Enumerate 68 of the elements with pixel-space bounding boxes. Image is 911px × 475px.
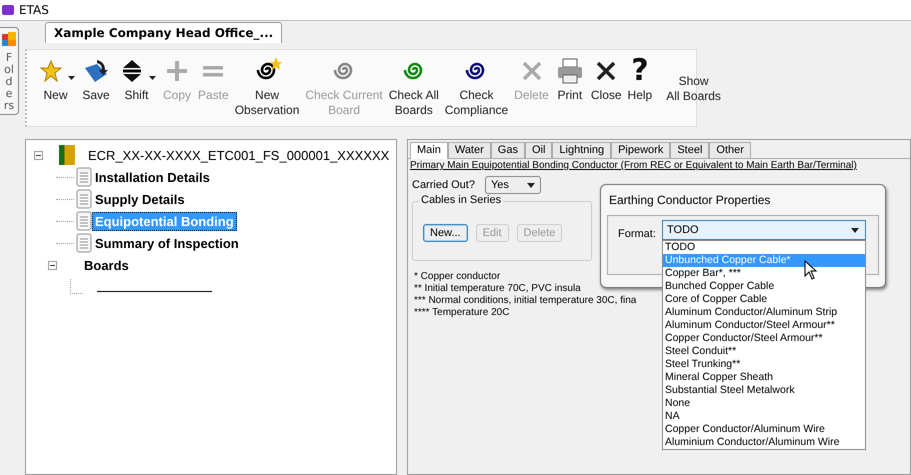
tree-item[interactable]: Supply Details <box>92 190 188 208</box>
tree-item[interactable]: Installation Details <box>92 168 213 186</box>
dropdown-option[interactable]: Aluminum Conductor/Aluminum Strip <box>663 306 865 319</box>
group-title: Cables in Series <box>419 194 504 206</box>
tree-item[interactable]: ECR_XX-XX-XXXX_ETC001_FS_000001_XXXXXX <box>85 146 392 164</box>
window-title: ETAS <box>19 3 49 17</box>
tab[interactable]: Water <box>448 142 491 158</box>
tab[interactable]: Oil <box>524 142 552 158</box>
show-all-boards-button[interactable]: Show All Boards <box>663 74 724 104</box>
flag-icon <box>59 145 75 165</box>
dropdown-option[interactable]: Aluminum Conductor/Steel Armour** <box>663 319 865 332</box>
caret-icon <box>149 76 156 80</box>
caret-icon <box>851 228 859 232</box>
tab[interactable]: Other <box>709 142 751 158</box>
tab[interactable]: Gas <box>490 142 525 158</box>
dropdown-option[interactable]: Steel Conduit** <box>663 345 865 358</box>
dropdown-option[interactable]: Core of Copper Cable <box>663 293 865 306</box>
document-tab[interactable]: Xample Company Head Office_... <box>45 22 282 43</box>
app-logo-icon <box>2 5 14 15</box>
dropdown-option[interactable]: Bunched Copper Cable <box>663 280 865 293</box>
tab[interactable]: Pipework <box>611 142 670 158</box>
collapse-icon[interactable] <box>48 260 57 270</box>
dropdown-option[interactable]: Steel Trunking** <box>663 358 865 371</box>
document-icon <box>76 233 92 253</box>
document-icon <box>76 189 92 209</box>
footnote: ** Initial temperature 70C, PVC insula <box>414 283 581 295</box>
toolbar-button[interactable]: Close <box>588 54 625 103</box>
tree-item[interactable]: Summary of Inspection <box>92 234 242 252</box>
toolbar-button[interactable]: New <box>33 54 78 103</box>
dropdown-option[interactable]: Copper Conductor/Steel Armour** <box>663 332 865 345</box>
toolbar-button[interactable]: Check All Boards <box>386 54 442 118</box>
toolbar-button[interactable]: Shift <box>114 54 159 103</box>
folders-icon <box>2 32 16 46</box>
toolbar-button[interactable]: New Observation <box>232 54 302 118</box>
cable-button[interactable]: New... <box>423 224 468 242</box>
toolbar-button[interactable]: Print <box>552 54 588 103</box>
dropdown-option[interactable]: None <box>663 397 865 410</box>
footnote: **** Temperature 20C <box>414 307 510 319</box>
tab[interactable]: Lightning <box>552 142 612 158</box>
dropdown-option[interactable]: Copper Bar*, *** <box>663 267 865 280</box>
toolbar-button[interactable]: ? Help <box>624 54 656 103</box>
dialog-title: Earthing Conductor Properties <box>608 193 772 207</box>
footnote: * Copper conductor <box>414 271 500 283</box>
caret-icon <box>68 76 75 80</box>
toolbar-button[interactable]: Check Compliance <box>442 54 512 118</box>
collapse-icon[interactable] <box>34 150 43 160</box>
help-icon: ? <box>631 56 649 86</box>
dropdown-option[interactable]: Substantial Steel Metalwork <box>663 384 865 397</box>
carried-out-dropdown[interactable]: Yes <box>484 176 541 194</box>
field-label: Carried Out? <box>412 179 475 191</box>
tab[interactable]: Steel <box>670 142 710 158</box>
dropdown-option[interactable]: TODO <box>663 241 865 254</box>
caret-icon <box>526 182 535 188</box>
document-icon <box>76 167 92 187</box>
dropdown-option[interactable]: NA <box>663 410 865 423</box>
folders-side-tab[interactable]: Folders <box>0 27 19 115</box>
dropdown-option[interactable]: Mineral Copper Sheath <box>663 371 865 384</box>
dropdown-option[interactable]: Aluminium Conductor/Aluminum Wire <box>663 436 865 449</box>
document-icon <box>76 211 92 231</box>
toolbar-button[interactable]: Save <box>78 54 114 103</box>
tab[interactable]: Main <box>410 142 448 159</box>
footnote: *** Normal conditions, initial temperature 30C, fina <box>414 295 636 307</box>
format-dropdown[interactable]: TODO <box>662 220 866 240</box>
dropdown-option[interactable]: Copper Conductor/Aluminum Wire <box>663 423 865 436</box>
tree-item[interactable]: Boards <box>81 256 132 274</box>
field-label: Format: <box>618 228 656 240</box>
section-title: Primary Main Equipotential Bonding Conductor (From REC or Equivalent to Main Earth Bar/Terminal) <box>409 159 858 171</box>
mouse-pointer-icon <box>804 260 818 280</box>
